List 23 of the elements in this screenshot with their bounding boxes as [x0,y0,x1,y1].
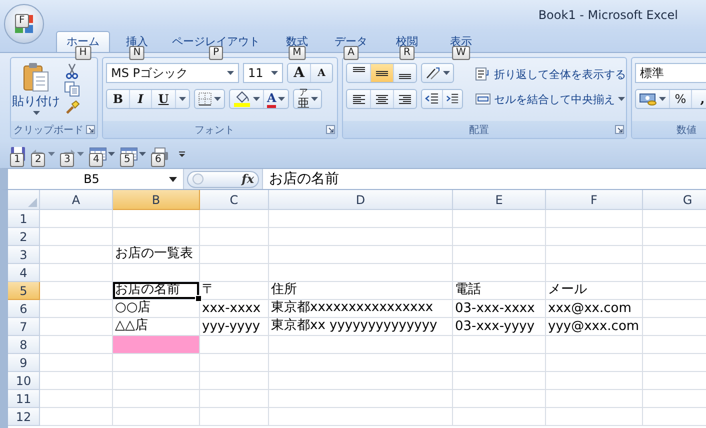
keytip-tooltip: F [15,14,29,28]
keytip-tooltip: 1 [10,153,24,167]
window-title: Book1 - Microsoft Excel [538,8,678,22]
keytip-tooltip: R [400,46,414,60]
font-name: MS Pゴシック [111,64,188,82]
group-title: フォント [194,124,234,136]
group-title: クリップボード [14,124,84,136]
keytip-tooltip: M [288,46,306,60]
keytip-tooltip: P [208,46,224,60]
group-title: 数値 [676,124,696,136]
keytip-tooltip: 6 [151,153,166,167]
group-title: 配置 [469,124,489,136]
keytip-tooltip: W [452,46,470,60]
keytip-tooltip: 4 [89,153,104,167]
keytip-tooltip: 2 [31,153,46,167]
font-size: 11 [248,66,264,80]
keytip-tooltip: H [75,46,91,60]
keytip-tooltip: 5 [120,153,134,167]
keytip-tooltip: A [344,46,358,60]
cell-reference: B5 [82,172,100,186]
keytip-tooltip: 3 [60,153,74,167]
keytip-tooltip: N [129,46,145,60]
number-format: 標準 [640,64,664,82]
